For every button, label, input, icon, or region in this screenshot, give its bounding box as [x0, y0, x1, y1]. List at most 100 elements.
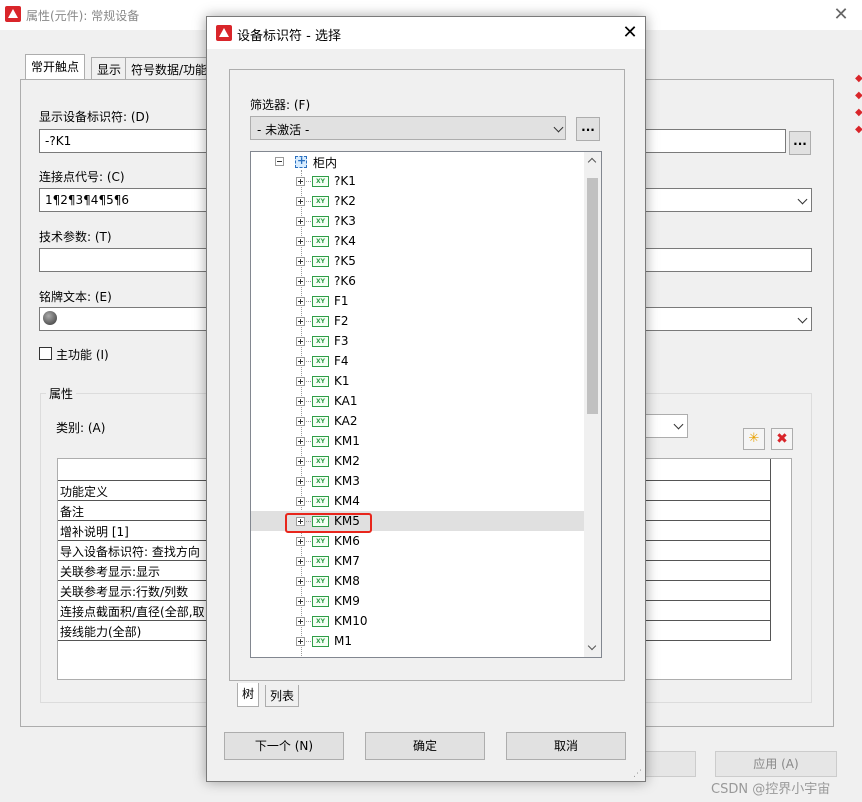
category-label: 类别: (A) [56, 421, 106, 435]
device-xy-icon: XY [312, 596, 329, 607]
tree-root-node[interactable]: 柜内 [251, 152, 584, 171]
expand-icon[interactable] [296, 597, 305, 606]
chevron-down-icon[interactable] [587, 643, 598, 654]
tree-node-label: KM2 [334, 454, 360, 468]
tree-node[interactable]: XY KM6 [251, 531, 584, 551]
expand-icon[interactable] [296, 277, 305, 286]
expand-icon[interactable] [296, 437, 305, 446]
device-tag-label: 显示设备标识符: (D) [39, 110, 150, 124]
main-function-label: 主功能 (I) [56, 348, 109, 362]
close-icon[interactable]: ✕ [617, 21, 643, 45]
expand-icon[interactable] [296, 297, 305, 306]
close-icon[interactable]: ✕ [826, 3, 856, 27]
device-tree[interactable]: 柜内 XY ?K1 XY ?K2 XY ?K3 XY ?K4 XY ?K5 XY ?K6 XY F1 XY F2… [250, 151, 602, 658]
device-xy-icon: XY [312, 396, 329, 407]
device-xy-icon: XY [312, 356, 329, 367]
attributes-group-title: 属性 [46, 385, 77, 402]
chevron-up-icon[interactable] [587, 155, 598, 166]
expand-icon[interactable] [296, 357, 305, 366]
tree-node[interactable]: XY F4 [251, 351, 584, 371]
tree-node[interactable]: XY KM7 [251, 551, 584, 571]
tab-display[interactable]: 显示 [91, 57, 128, 79]
tree-node[interactable]: XY KM8 [251, 571, 584, 591]
device-tag-browse-button[interactable]: ... [789, 131, 811, 155]
device-xy-icon: XY [312, 416, 329, 427]
main-function-checkbox[interactable] [39, 347, 52, 360]
resize-grip-icon[interactable]: ⋰ [633, 769, 643, 779]
expand-icon[interactable] [296, 337, 305, 346]
tree-node[interactable]: XY KA1 [251, 391, 584, 411]
tree-node-label: ?K5 [334, 254, 356, 268]
expand-icon[interactable] [296, 197, 305, 206]
expand-icon[interactable] [296, 477, 305, 486]
expand-icon[interactable] [296, 257, 305, 266]
filter-browse-button[interactable]: ... [576, 117, 600, 141]
chevron-down-icon[interactable] [796, 313, 810, 327]
collapse-icon[interactable] [275, 157, 284, 166]
tree-node[interactable]: XY F2 [251, 311, 584, 331]
tree-node[interactable]: XY KA2 [251, 411, 584, 431]
device-xy-icon: XY [312, 296, 329, 307]
filter-select[interactable]: - 未激活 - [250, 116, 566, 140]
tree-scrollbar[interactable] [584, 152, 601, 657]
delete-attribute-button[interactable]: ✖ [771, 428, 793, 450]
tree-node[interactable]: XY ?K3 [251, 211, 584, 231]
expand-icon[interactable] [296, 617, 305, 626]
new-attribute-button[interactable]: ✳ [743, 428, 765, 450]
tree-node-label: F2 [334, 314, 349, 328]
tree-node[interactable]: XY F1 [251, 291, 584, 311]
device-xy-icon: XY [312, 536, 329, 547]
nameplate-label: 铭牌文本: (E) [39, 290, 112, 304]
tab-tree[interactable]: 树 [237, 683, 260, 707]
expand-icon[interactable] [296, 457, 305, 466]
expand-icon[interactable] [296, 237, 305, 246]
tree-node[interactable]: XY F3 [251, 331, 584, 351]
tree-node-label: M1 [334, 634, 352, 648]
tree-node-label: KA2 [334, 414, 358, 428]
expand-icon[interactable] [296, 317, 305, 326]
expand-icon[interactable] [296, 217, 305, 226]
tree-node[interactable]: XY ?K5 [251, 251, 584, 271]
tree-node[interactable]: XY KM3 [251, 471, 584, 491]
expand-icon[interactable] [296, 417, 305, 426]
tree-node[interactable]: XY K1 [251, 371, 584, 391]
tree-node[interactable]: XY KM9 [251, 591, 584, 611]
expand-icon[interactable] [296, 537, 305, 546]
tree-node[interactable]: XY ?K1 [251, 171, 584, 191]
tree-node[interactable]: XY KM4 [251, 491, 584, 511]
scrollbar-thumb[interactable] [587, 178, 598, 414]
ok-button[interactable]: 确定 [365, 732, 485, 760]
expand-icon[interactable] [296, 397, 305, 406]
tree-node[interactable]: XY KM2 [251, 451, 584, 471]
expand-icon[interactable] [296, 577, 305, 586]
chevron-down-icon[interactable] [796, 194, 810, 208]
device-xy-icon: XY [312, 476, 329, 487]
tab-list[interactable]: 列表 [265, 685, 300, 707]
tree-node-label: ?K2 [334, 194, 356, 208]
connection-label: 连接点代号: (C) [39, 170, 125, 184]
expand-icon[interactable] [296, 637, 305, 646]
tree-node[interactable]: XY KM1 [251, 431, 584, 451]
tree-node[interactable]: XY KM10 [251, 611, 584, 631]
tab-no-contact[interactable]: 常开触点 [25, 54, 86, 80]
tree-node-label: KM10 [334, 614, 368, 628]
cancel-button[interactable]: 取消 [506, 732, 626, 760]
properties-ok-button[interactable] [640, 751, 696, 777]
tree-node-label: K1 [334, 374, 350, 388]
device-tag-select-dialog: 设备标识符 - 选择 ✕ 筛选器: (F) - 未激活 - ... 柜内 XY ?K… [206, 16, 646, 782]
expand-icon[interactable] [296, 377, 305, 386]
expand-icon[interactable] [296, 177, 305, 186]
tree-node[interactable]: XY M1 [251, 631, 584, 651]
tree-node[interactable]: XY ?K2 [251, 191, 584, 211]
next-button[interactable]: 下一个 (N) [224, 732, 344, 760]
device-xy-icon: XY [312, 436, 329, 447]
device-xy-icon: XY [312, 556, 329, 567]
tab-symbol-data[interactable]: 符号数据/功能 [125, 57, 214, 79]
tree-node[interactable]: XY ?K4 [251, 231, 584, 251]
tree-node[interactable]: XY ?K6 [251, 271, 584, 291]
chevron-down-icon[interactable] [672, 419, 686, 433]
expand-icon[interactable] [296, 557, 305, 566]
apply-button[interactable]: 应用 (A) [715, 751, 837, 777]
expand-icon[interactable] [296, 497, 305, 506]
chevron-down-icon[interactable] [552, 122, 566, 136]
